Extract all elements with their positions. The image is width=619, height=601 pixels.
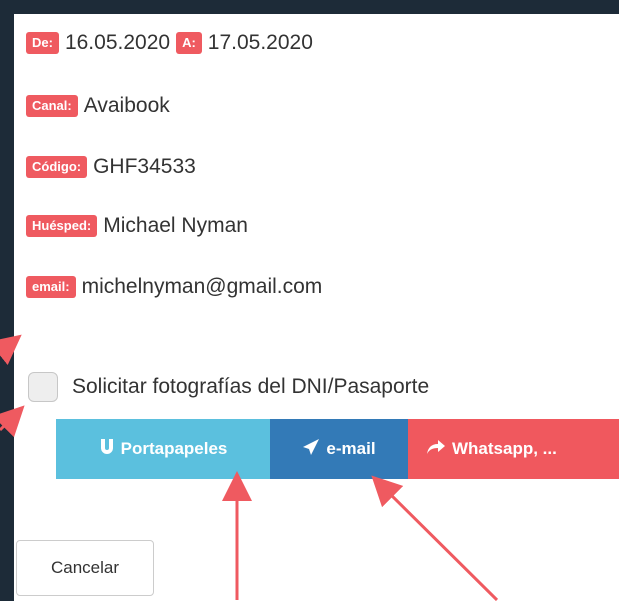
to-badge: A:	[176, 32, 202, 54]
huesped-badge: Huésped:	[26, 215, 98, 237]
canal-value: Avaibook	[83, 94, 170, 117]
email-badge: email:	[26, 276, 76, 298]
email-value: michelnyman@gmail.com	[81, 275, 323, 298]
share-arrow-icon	[426, 439, 446, 460]
canal-badge: Canal:	[26, 95, 78, 117]
cancel-button[interactable]: Cancelar	[16, 540, 154, 596]
clipboard-button[interactable]: Portapapeles	[56, 419, 270, 479]
whatsapp-button[interactable]: Whatsapp, ...	[408, 419, 619, 479]
whatsapp-button-label: Whatsapp, ...	[452, 439, 557, 458]
email-button-label: e-mail	[326, 439, 376, 458]
from-badge: De:	[26, 32, 59, 54]
from-date: 16.05.2020	[64, 31, 171, 54]
to-date: 17.05.2020	[207, 31, 313, 54]
canal-row: Canal: Avaibook	[26, 94, 176, 118]
codigo-value: GHF34533	[93, 155, 196, 178]
arrow-left-top	[0, 334, 22, 366]
email-button[interactable]: e-mail	[270, 419, 408, 479]
arrow-left-bottom	[0, 405, 25, 438]
send-button-group: Portapapeles e-mail Whatsapp, ...	[56, 419, 619, 479]
clipboard-button-label: Portapapeles	[120, 439, 228, 458]
dni-request-label: Solicitar fotografías del DNI/Pasaporte	[72, 375, 430, 398]
paper-plane-icon	[302, 438, 320, 461]
codigo-row: Código: GHF34533	[26, 155, 202, 179]
codigo-badge: Código:	[26, 156, 88, 178]
magnet-icon	[99, 438, 115, 461]
booking-panel: De: 16.05.2020 A: 17.05.2020 Canal: Avai…	[14, 14, 619, 601]
dates-row: De: 16.05.2020 A: 17.05.2020	[26, 31, 319, 55]
email-row: email: michelnyman@gmail.com	[26, 275, 328, 299]
huesped-value: Michael Nyman	[103, 214, 248, 237]
dni-request-row: Solicitar fotografías del DNI/Pasaporte	[28, 372, 429, 402]
dni-request-checkbox[interactable]	[28, 372, 58, 402]
huesped-row: Huésped: Michael Nyman	[26, 214, 254, 238]
